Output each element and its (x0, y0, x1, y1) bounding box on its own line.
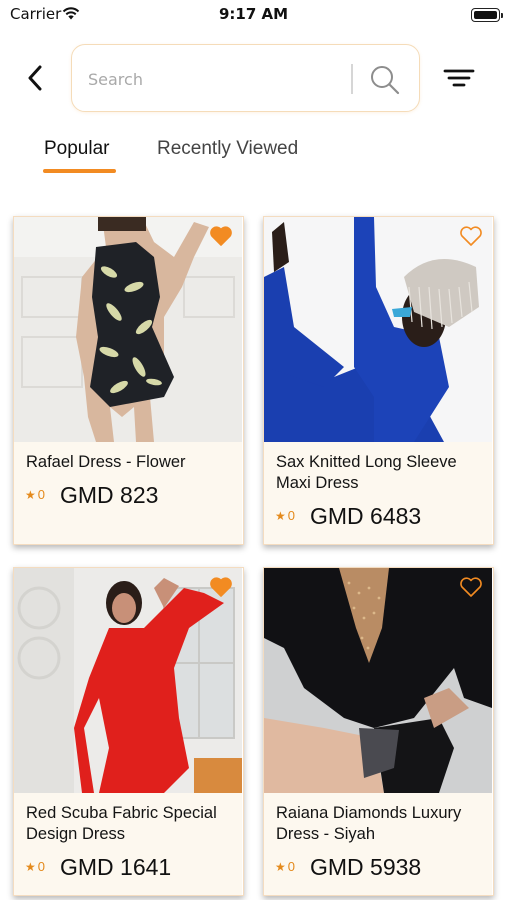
clock: 9:17 AM (218, 5, 289, 23)
product-price: GMD 823 (60, 482, 159, 508)
filter-icon[interactable] (442, 64, 476, 92)
product-title: Red Scuba Fabric Special Design Dress (26, 804, 217, 843)
product-card[interactable]: Rafael Dress - Flower ★ 0 GMD 823 (13, 216, 244, 545)
product-title: Rafael Dress - Flower (26, 453, 186, 471)
product-rating: ★ 0 (275, 859, 295, 874)
product-price: GMD 5938 (310, 854, 422, 880)
product-info: Rafael Dress - Flower ★ 0 GMD 823 (14, 442, 242, 544)
product-info: Sax Knitted Long Sleeve Maxi Dress ★ 0 G… (264, 442, 492, 544)
product-image (264, 568, 492, 793)
tab-popular[interactable]: Popular (44, 138, 110, 160)
product-rating: ★ 0 (25, 859, 45, 874)
heart-icon[interactable] (209, 576, 233, 598)
heart-icon[interactable] (459, 225, 483, 247)
rating-value: 0 (287, 859, 295, 874)
product-image (264, 217, 492, 442)
product-card[interactable]: Raiana Diamonds Luxury Dress - Siyah ★ 0… (263, 567, 494, 896)
product-price: GMD 1641 (60, 854, 172, 880)
search-icon[interactable] (369, 64, 401, 96)
star-icon: ★ (275, 859, 286, 874)
star-icon: ★ (25, 487, 36, 502)
star-icon: ★ (275, 508, 286, 523)
active-tab-indicator (43, 169, 116, 173)
product-rating: ★ 0 (275, 508, 295, 523)
chevron-left-icon (28, 65, 42, 91)
product-info: Red Scuba Fabric Special Design Dress ★ … (14, 793, 242, 895)
rating-value: 0 (37, 859, 45, 874)
product-image (14, 568, 242, 793)
back-button[interactable] (20, 62, 50, 94)
search-bar[interactable] (71, 44, 420, 112)
product-title: Raiana Diamonds Luxury Dress - Siyah (276, 804, 462, 843)
heart-icon[interactable] (459, 576, 483, 598)
product-image (14, 217, 242, 442)
product-title: Sax Knitted Long Sleeve Maxi Dress (276, 453, 457, 492)
search-divider (351, 64, 353, 94)
product-rating: ★ 0 (25, 487, 45, 502)
rating-value: 0 (37, 487, 45, 502)
battery-icon (471, 8, 503, 22)
product-price: GMD 6483 (310, 503, 422, 529)
tab-recently-viewed[interactable]: Recently Viewed (157, 138, 298, 160)
star-icon: ★ (25, 859, 36, 874)
product-card[interactable]: Red Scuba Fabric Special Design Dress ★ … (13, 567, 244, 896)
product-info: Raiana Diamonds Luxury Dress - Siyah ★ 0… (264, 793, 492, 895)
search-input[interactable] (88, 65, 338, 93)
status-bar: Carrier 9:17 AM (0, 0, 507, 30)
rating-value: 0 (287, 508, 295, 523)
heart-icon[interactable] (209, 225, 233, 247)
product-card[interactable]: Sax Knitted Long Sleeve Maxi Dress ★ 0 G… (263, 216, 494, 545)
